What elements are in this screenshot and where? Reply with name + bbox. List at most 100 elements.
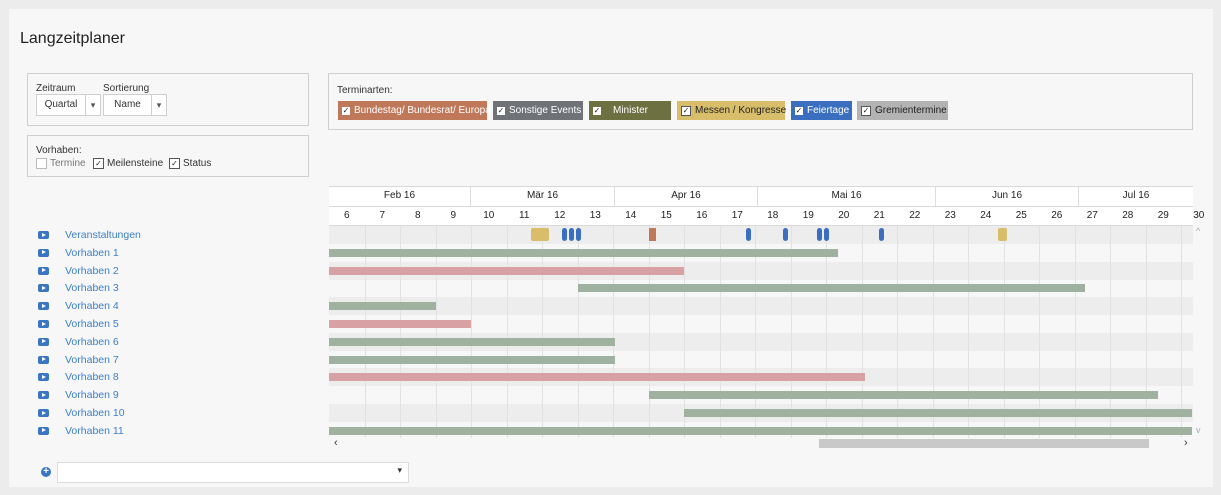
- chevron-left-icon[interactable]: ‹: [334, 437, 338, 449]
- grid-line: [542, 226, 543, 438]
- timeline-bar[interactable]: [329, 302, 436, 311]
- grid-line: [719, 226, 721, 438]
- expand-icon[interactable]: [38, 248, 49, 257]
- row-name[interactable]: Vorhaben 8: [38, 368, 119, 386]
- grid-line: [364, 226, 366, 438]
- expand-icon[interactable]: [38, 320, 49, 328]
- event-feiertag[interactable]: [561, 228, 567, 241]
- week-label: 25: [1015, 210, 1027, 221]
- timeline-bar[interactable]: [329, 426, 1192, 435]
- row-name-label: Vorhaben 2: [65, 264, 119, 277]
- horizontal-scrollbar[interactable]: ‹ ›: [329, 437, 1193, 449]
- vorhaben-status-checkbox[interactable]: ✓ Status: [169, 158, 211, 169]
- timeline-bar[interactable]: [329, 266, 684, 275]
- timeline-bar[interactable]: [648, 391, 1158, 400]
- vorhaben-termine-checkbox[interactable]: Termine: [36, 158, 86, 169]
- expand-icon[interactable]: [38, 266, 49, 275]
- chevron-down-icon[interactable]: v: [1196, 425, 1201, 435]
- grid-line: [613, 226, 614, 438]
- row-name-label: Vorhaben 4: [65, 300, 119, 313]
- event-feiertag[interactable]: [824, 228, 830, 241]
- sortierung-select[interactable]: Name ▾: [103, 94, 167, 116]
- row-name-label: Vorhaben 10: [65, 407, 125, 419]
- event-messe[interactable]: [998, 228, 1008, 241]
- checkmark-icon: ✓: [681, 105, 691, 116]
- expand-icon[interactable]: [38, 231, 49, 239]
- timeline-bar[interactable]: [329, 248, 839, 257]
- month-label: Jun 16: [936, 186, 1079, 206]
- checkmark-icon: ✓: [795, 105, 803, 115]
- chip-minister[interactable]: ✓ Minister: [589, 101, 671, 120]
- chip-label: Sonstige Events: [509, 105, 582, 116]
- sortierung-label: Sortierung: [103, 83, 150, 94]
- chevron-up-icon[interactable]: ^: [1196, 226, 1200, 236]
- row-name-label: Vorhaben 6: [65, 335, 119, 348]
- expand-icon[interactable]: [38, 337, 49, 346]
- chevron-down-icon: ▾: [397, 465, 402, 475]
- row-name[interactable]: Vorhaben 1: [38, 244, 119, 262]
- row-name[interactable]: Vorhaben 9: [38, 386, 119, 404]
- row-name[interactable]: Vorhaben 5: [38, 315, 119, 333]
- row-name[interactable]: Veranstaltungen: [38, 226, 141, 244]
- chip-sonstige-events[interactable]: ✓ Sonstige Events: [493, 101, 583, 120]
- add-icon[interactable]: +: [41, 467, 51, 477]
- event-feiertag[interactable]: [879, 228, 885, 241]
- gantt-row: [329, 297, 1193, 316]
- expand-icon[interactable]: [38, 302, 49, 311]
- event-feiertag[interactable]: [746, 228, 752, 241]
- grid-line: [577, 226, 579, 438]
- zeitraum-select[interactable]: Quartal ▾: [36, 94, 101, 116]
- week-label: 18: [767, 210, 779, 221]
- row-name[interactable]: Vorhaben 6: [38, 333, 119, 351]
- expand-icon[interactable]: [38, 373, 49, 382]
- expand-icon[interactable]: [38, 409, 49, 417]
- scrollbar-thumb[interactable]: [819, 439, 1149, 448]
- timeline-bar[interactable]: [329, 355, 615, 364]
- event-messe[interactable]: [531, 228, 550, 241]
- row-name-label: Vorhaben 5: [65, 318, 119, 330]
- checkbox-box: [36, 158, 47, 169]
- expand-icon[interactable]: [38, 284, 49, 293]
- chip-label: Bundestag/ Bundesrat/ Europa: [354, 105, 491, 116]
- timeline-bar[interactable]: [329, 320, 471, 328]
- timeline-bar[interactable]: [329, 337, 615, 346]
- chevron-right-icon[interactable]: ›: [1184, 437, 1188, 449]
- grid-line: [1039, 226, 1040, 438]
- timeline-bar[interactable]: [329, 373, 866, 382]
- chip-messen-kongresse[interactable]: ✓ Messen / Kongresse: [677, 101, 786, 120]
- chip-feiertage[interactable]: ✓ Feiertage: [791, 101, 852, 120]
- checkbox-label: Status: [183, 158, 212, 169]
- row-name[interactable]: Vorhaben 10: [38, 404, 125, 422]
- week-label: 6: [343, 210, 350, 221]
- event-feiertag[interactable]: [817, 228, 823, 241]
- expand-icon[interactable]: [38, 355, 49, 364]
- vorhaben-dropdown[interactable]: ▾: [57, 462, 409, 483]
- week-label: 17: [731, 210, 743, 221]
- expand-icon[interactable]: [38, 426, 49, 435]
- row-name[interactable]: Vorhaben 4: [38, 297, 119, 315]
- zeitraum-label: Zeitraum: [36, 83, 76, 94]
- timeline-bar[interactable]: [577, 284, 1086, 293]
- timeline-bar[interactable]: [684, 409, 1192, 417]
- event-feiertag[interactable]: [575, 228, 581, 241]
- row-name[interactable]: Vorhaben 11: [38, 422, 124, 440]
- event-feiertag[interactable]: [568, 228, 574, 241]
- row-name-label: Vorhaben 9: [65, 389, 119, 402]
- checkmark-icon: ✓: [593, 105, 601, 115]
- grid-line: [1003, 226, 1005, 438]
- row-name[interactable]: Vorhaben 3: [38, 279, 119, 297]
- event-bundestag[interactable]: [648, 228, 656, 241]
- week-label: 12: [554, 210, 566, 221]
- page-title: Langzeitplaner: [20, 30, 125, 47]
- chip-bundestag[interactable]: ✓ Bundestag/ Bundesrat/ Europa: [338, 101, 491, 120]
- row-name[interactable]: Vorhaben 7: [38, 351, 119, 369]
- chip-label: Minister: [613, 105, 649, 116]
- expand-icon[interactable]: [38, 391, 49, 400]
- vorhaben-meilensteine-checkbox[interactable]: ✓ Meilensteine: [93, 158, 163, 169]
- vorhaben-label: Vorhaben:: [36, 145, 82, 156]
- checkmark-icon: ✓: [861, 105, 871, 116]
- chip-gremientermine[interactable]: ✓ Gremientermine: [857, 101, 948, 120]
- event-feiertag[interactable]: [783, 228, 789, 241]
- row-name[interactable]: Vorhaben 2: [38, 262, 119, 280]
- row-name-label: Vorhaben 7: [65, 353, 119, 366]
